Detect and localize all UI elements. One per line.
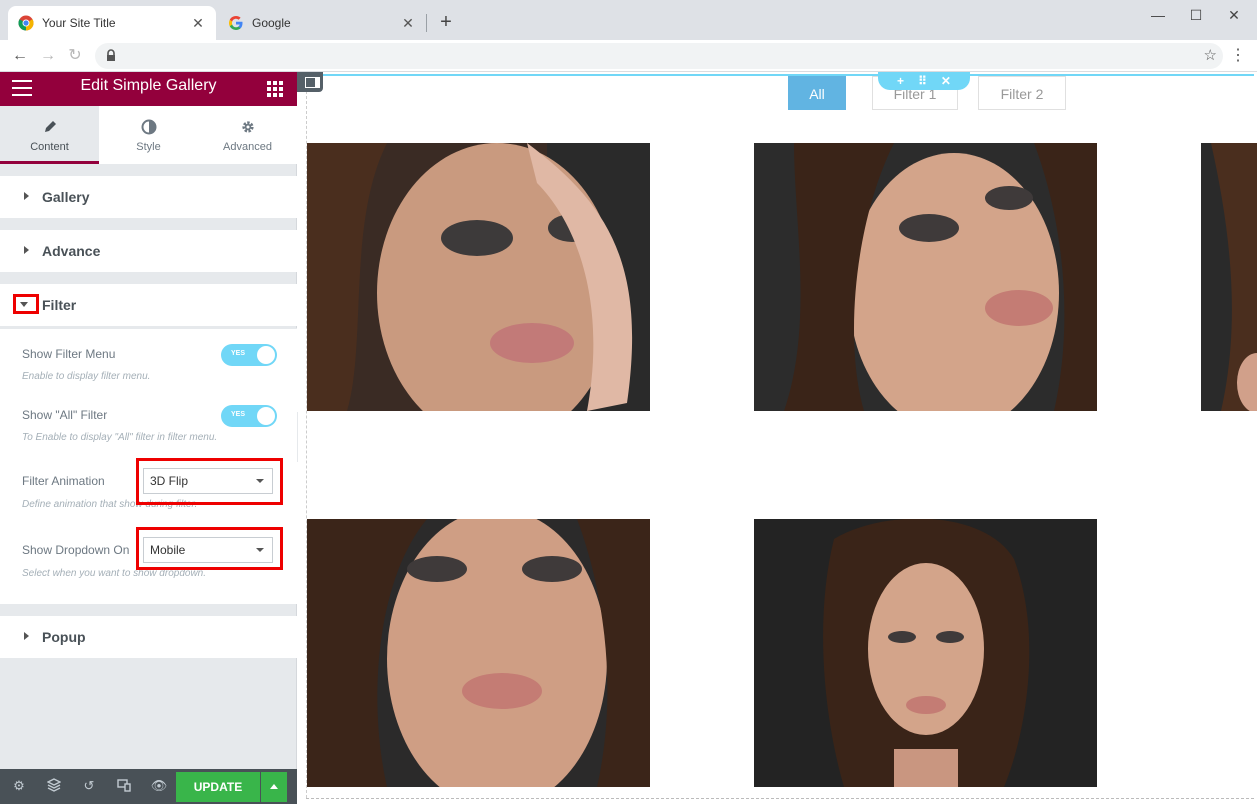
tab-advanced[interactable]: Advanced xyxy=(198,106,297,164)
filter-button-2[interactable]: Filter 2 xyxy=(978,76,1066,110)
close-window-icon[interactable]: ✕ xyxy=(1216,4,1252,26)
tab-label: Content xyxy=(30,141,69,153)
maximize-icon[interactable]: ☐ xyxy=(1178,4,1214,26)
delete-section-icon[interactable]: ✕ xyxy=(941,74,951,88)
section-label: Filter xyxy=(42,297,77,313)
panel-title: Edit Simple Gallery xyxy=(80,77,217,94)
filter-button-all[interactable]: All xyxy=(788,76,846,110)
minimize-icon[interactable]: — xyxy=(1140,4,1176,26)
chrome-favicon-icon xyxy=(18,15,34,31)
gallery-image[interactable] xyxy=(307,519,650,787)
tab-title: Google xyxy=(252,16,291,30)
new-tab-plus-icon[interactable]: + xyxy=(434,10,458,34)
switch-text: YES xyxy=(231,350,246,357)
panel-footer: ⚙ ↺ 👁 UPDATE xyxy=(0,769,297,804)
browser-menu-icon[interactable]: ⋮ xyxy=(1230,44,1246,68)
switch-knob xyxy=(257,407,275,425)
panel-tabs: Content Style Advanced xyxy=(0,106,297,164)
control-description: Enable to display filter menu. xyxy=(22,371,151,382)
filter-controls: Show Filter Menu YES Enable to display f… xyxy=(0,328,297,604)
show-filter-menu-control: Show Filter Menu YES Enable to display f… xyxy=(22,344,277,387)
section-label: Popup xyxy=(42,629,86,645)
tab-label: Style xyxy=(136,141,161,153)
forward-arrow-icon[interactable]: → xyxy=(36,44,60,68)
show-all-filter-toggle[interactable]: YES xyxy=(221,405,277,427)
lock-icon xyxy=(106,49,116,67)
add-section-icon[interactable]: + xyxy=(897,74,904,88)
caret-right-icon xyxy=(24,246,29,254)
panel-toggle-icon[interactable] xyxy=(297,72,323,92)
section-popup[interactable]: Popup xyxy=(0,616,297,658)
section-gallery[interactable]: Gallery xyxy=(0,176,297,218)
highlight-box xyxy=(13,294,39,314)
control-description: To Enable to display "All" filter in fil… xyxy=(22,432,218,443)
settings-gear-icon[interactable]: ⚙ xyxy=(10,778,28,796)
gallery-image[interactable] xyxy=(307,143,650,411)
gallery-image[interactable] xyxy=(754,143,1097,411)
update-options-caret-icon[interactable] xyxy=(261,772,287,802)
section-advance[interactable]: Advance xyxy=(0,230,297,272)
control-label: Show "All" Filter xyxy=(22,408,108,422)
navigator-layers-icon[interactable] xyxy=(45,778,63,796)
tab-title: Your Site Title xyxy=(42,16,116,30)
tab-content[interactable]: Content xyxy=(0,106,99,164)
gallery-image[interactable] xyxy=(754,519,1097,787)
reload-icon[interactable]: ↻ xyxy=(63,44,87,68)
tab-style[interactable]: Style xyxy=(99,106,198,164)
browser-tab-google[interactable]: Google ✕ xyxy=(218,6,426,40)
browser-toolbar: ← → ↻ ☆ ⋮ xyxy=(0,40,1257,72)
tab-label: Advanced xyxy=(223,141,272,153)
browser-tab-strip: Your Site Title ✕ Google ✕ + — ☐ ✕ xyxy=(0,0,1257,40)
back-arrow-icon[interactable]: ← xyxy=(8,44,32,68)
tab-separator xyxy=(426,14,427,32)
history-icon[interactable]: ↺ xyxy=(80,778,98,796)
preview-canvas: All Filter 1 Filter 2 + ⠿ ✕ xyxy=(298,72,1257,804)
section-outline xyxy=(306,74,1254,76)
responsive-mode-icon[interactable] xyxy=(115,778,133,796)
bookmark-star-icon[interactable]: ☆ xyxy=(1204,46,1217,64)
panel-header: Edit Simple Gallery xyxy=(0,72,297,106)
gear-icon xyxy=(198,119,297,137)
section-handle: + ⠿ ✕ xyxy=(878,72,970,90)
close-tab-icon[interactable]: ✕ xyxy=(400,15,416,32)
close-tab-icon[interactable]: ✕ xyxy=(190,15,206,32)
section-label: Gallery xyxy=(42,189,90,205)
editor-panel: Edit Simple Gallery Content Style Advanc… xyxy=(0,72,297,804)
column-guide xyxy=(306,798,1254,799)
switch-knob xyxy=(257,346,275,364)
widgets-grid-icon[interactable] xyxy=(267,81,283,97)
preview-eye-icon[interactable]: 👁 xyxy=(150,778,168,796)
control-label: Show Filter Menu xyxy=(22,347,116,361)
drag-handle-icon[interactable]: ⠿ xyxy=(918,74,927,88)
gallery-image[interactable] xyxy=(1201,143,1257,411)
address-bar[interactable]: ☆ xyxy=(95,43,1223,69)
google-favicon-icon xyxy=(228,15,244,31)
show-filter-menu-toggle[interactable]: YES xyxy=(221,344,277,366)
control-label: Filter Animation xyxy=(22,474,105,488)
section-filter[interactable]: Filter xyxy=(0,284,297,326)
section-label: Advance xyxy=(42,243,101,259)
update-button[interactable]: UPDATE xyxy=(176,772,260,802)
control-label: Show Dropdown On xyxy=(22,543,130,557)
caret-right-icon xyxy=(24,632,29,640)
switch-text: YES xyxy=(231,411,246,418)
pencil-icon xyxy=(0,119,99,137)
highlight-box xyxy=(136,527,283,570)
show-all-filter-control: Show "All" Filter YES To Enable to displ… xyxy=(22,405,277,448)
caret-right-icon xyxy=(24,192,29,200)
highlight-box xyxy=(136,458,283,505)
contrast-icon xyxy=(99,119,198,137)
browser-tab-site[interactable]: Your Site Title ✕ xyxy=(8,6,216,40)
